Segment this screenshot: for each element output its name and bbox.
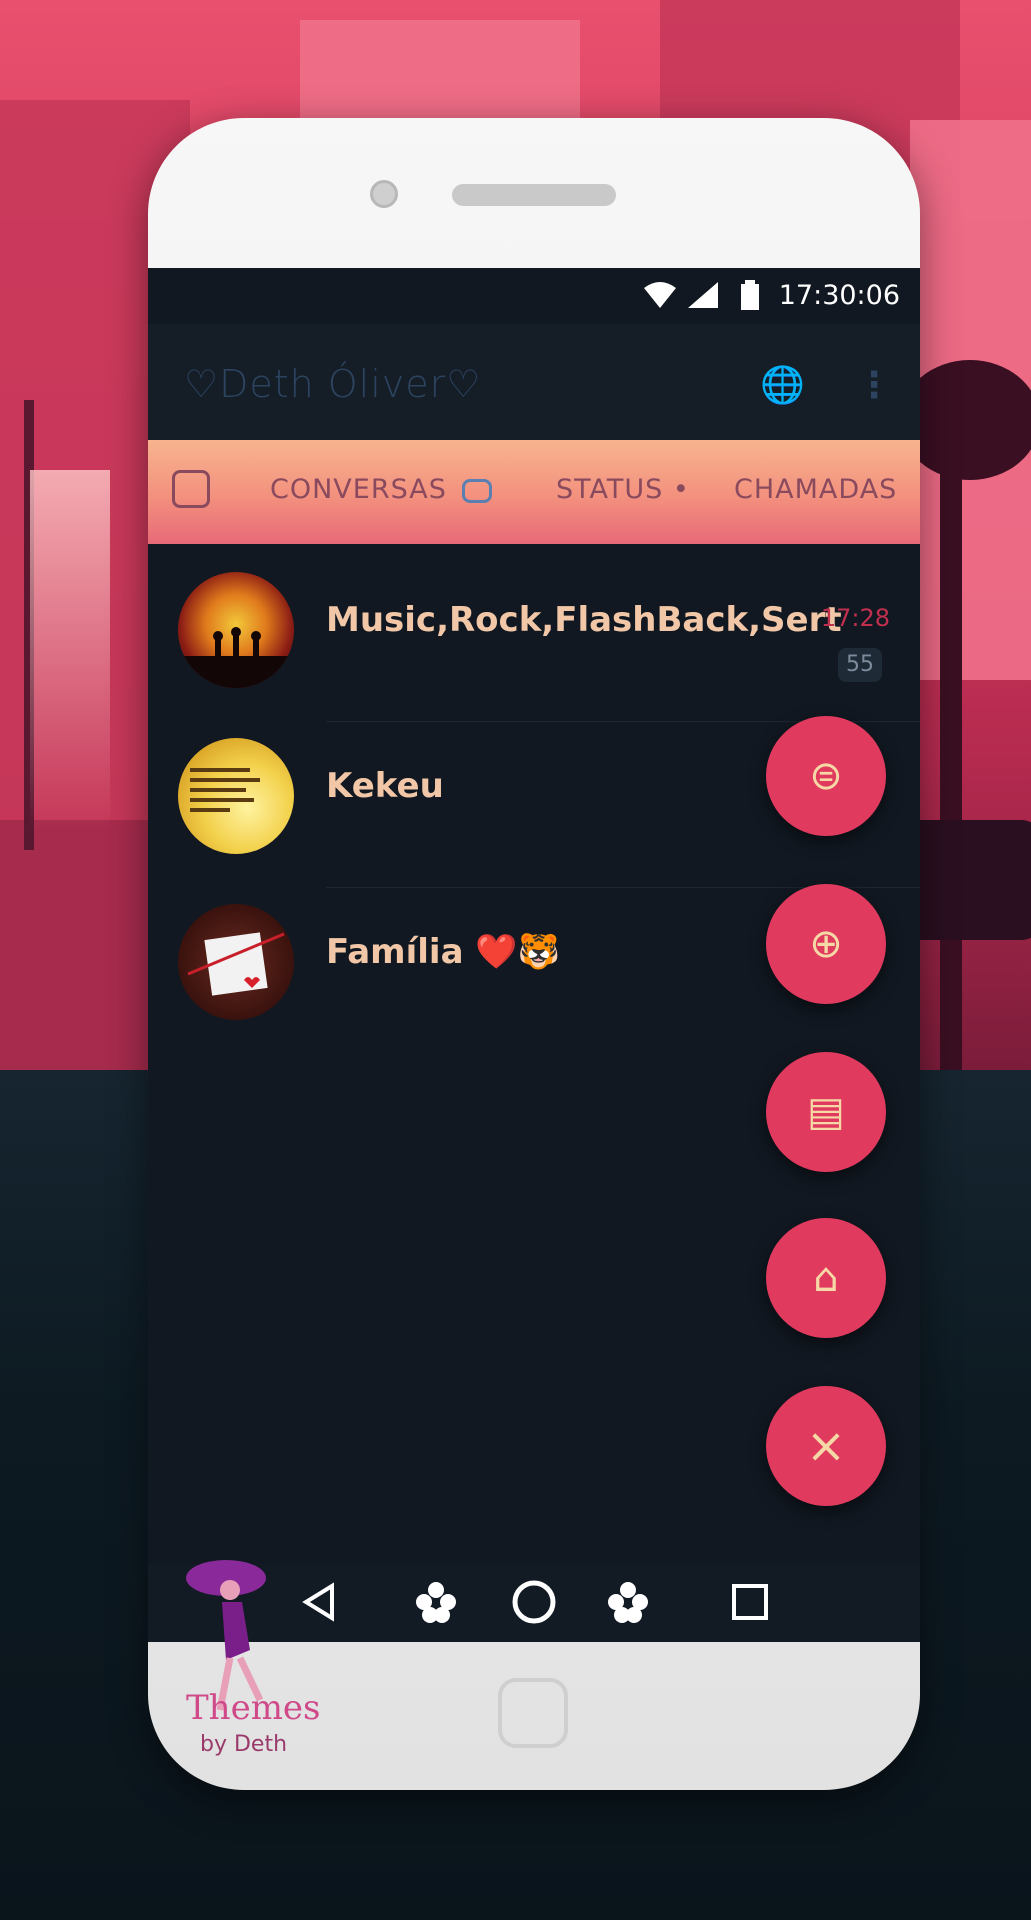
recents-icon[interactable] [726, 1578, 774, 1626]
home-icon[interactable] [510, 1578, 558, 1626]
quote-image [190, 768, 260, 812]
tab-conversas[interactable]: CONVERSAS [270, 474, 493, 505]
band-silhouette [178, 627, 294, 688]
chat-name: Família ❤️🐯 [326, 932, 561, 972]
battery-icon [741, 280, 759, 310]
more-vert-icon[interactable]: ⋮ [854, 366, 894, 406]
chat-name: Kekeu [326, 766, 444, 806]
status-time: 17:30:06 [778, 280, 900, 311]
tab-bar: CONVERSAS STATUS • CHAMADAS [148, 440, 920, 544]
status-dot: • [672, 474, 690, 505]
watermark-title: Themes [186, 1688, 321, 1728]
signal-icon [688, 282, 718, 308]
unread-badge: 55 [838, 648, 882, 682]
app-title: ♡Deth Óliver♡ [184, 362, 482, 406]
phone-screen: 17:30:06 ♡Deth Óliver♡ 🌐 ⋮ CONVERSAS STA… [148, 268, 920, 1642]
new-chat-fab[interactable]: ⊜ [766, 716, 886, 836]
theme-fab[interactable]: ⌂ [766, 1218, 886, 1338]
chat-row[interactable]: Music,Rock,FlashBack,Sert 17:28 55 [148, 556, 920, 722]
family-note-image [187, 932, 285, 996]
notes-fab[interactable]: ▤ [766, 1052, 886, 1172]
flower-icon[interactable] [412, 1578, 460, 1626]
tab-conversas-label: CONVERSAS [270, 474, 447, 505]
new-status-fab[interactable]: ⊕ [766, 884, 886, 1004]
avatar [178, 738, 294, 854]
building [0, 820, 150, 1080]
palm-trunk [940, 440, 962, 1080]
close-fab[interactable]: × [766, 1386, 886, 1506]
status-icon: ⊕ [809, 921, 843, 967]
globe-icon[interactable]: 🌐 [760, 366, 805, 406]
chat-bubble-icon [462, 478, 493, 503]
paint-roller-icon: ⌂ [813, 1255, 839, 1301]
app-bar: ♡Deth Óliver♡ 🌐 ⋮ [148, 324, 920, 440]
watermark-subtitle: by Deth [200, 1732, 288, 1757]
chat-name: Music,Rock,FlashBack,Sert [326, 600, 842, 640]
tab-status-label: STATUS [556, 474, 664, 505]
avatar [178, 572, 294, 688]
camera-tab-icon[interactable] [172, 470, 210, 508]
document-icon: ▤ [807, 1089, 845, 1135]
flower-icon[interactable] [604, 1578, 652, 1626]
tab-status[interactable]: STATUS • [556, 474, 690, 505]
wifi-icon [644, 282, 676, 308]
speaker-grille [452, 184, 616, 206]
message-icon: ⊜ [809, 753, 843, 799]
lamp-light [30, 470, 110, 830]
avatar [178, 904, 294, 1020]
tab-chamadas[interactable]: CHAMADAS [734, 474, 897, 505]
status-bar: 17:30:06 [148, 268, 920, 324]
chat-time: 17:28 [820, 604, 890, 632]
close-icon: × [805, 1418, 847, 1474]
hardware-home-button[interactable] [498, 1678, 568, 1748]
front-camera [370, 180, 398, 208]
